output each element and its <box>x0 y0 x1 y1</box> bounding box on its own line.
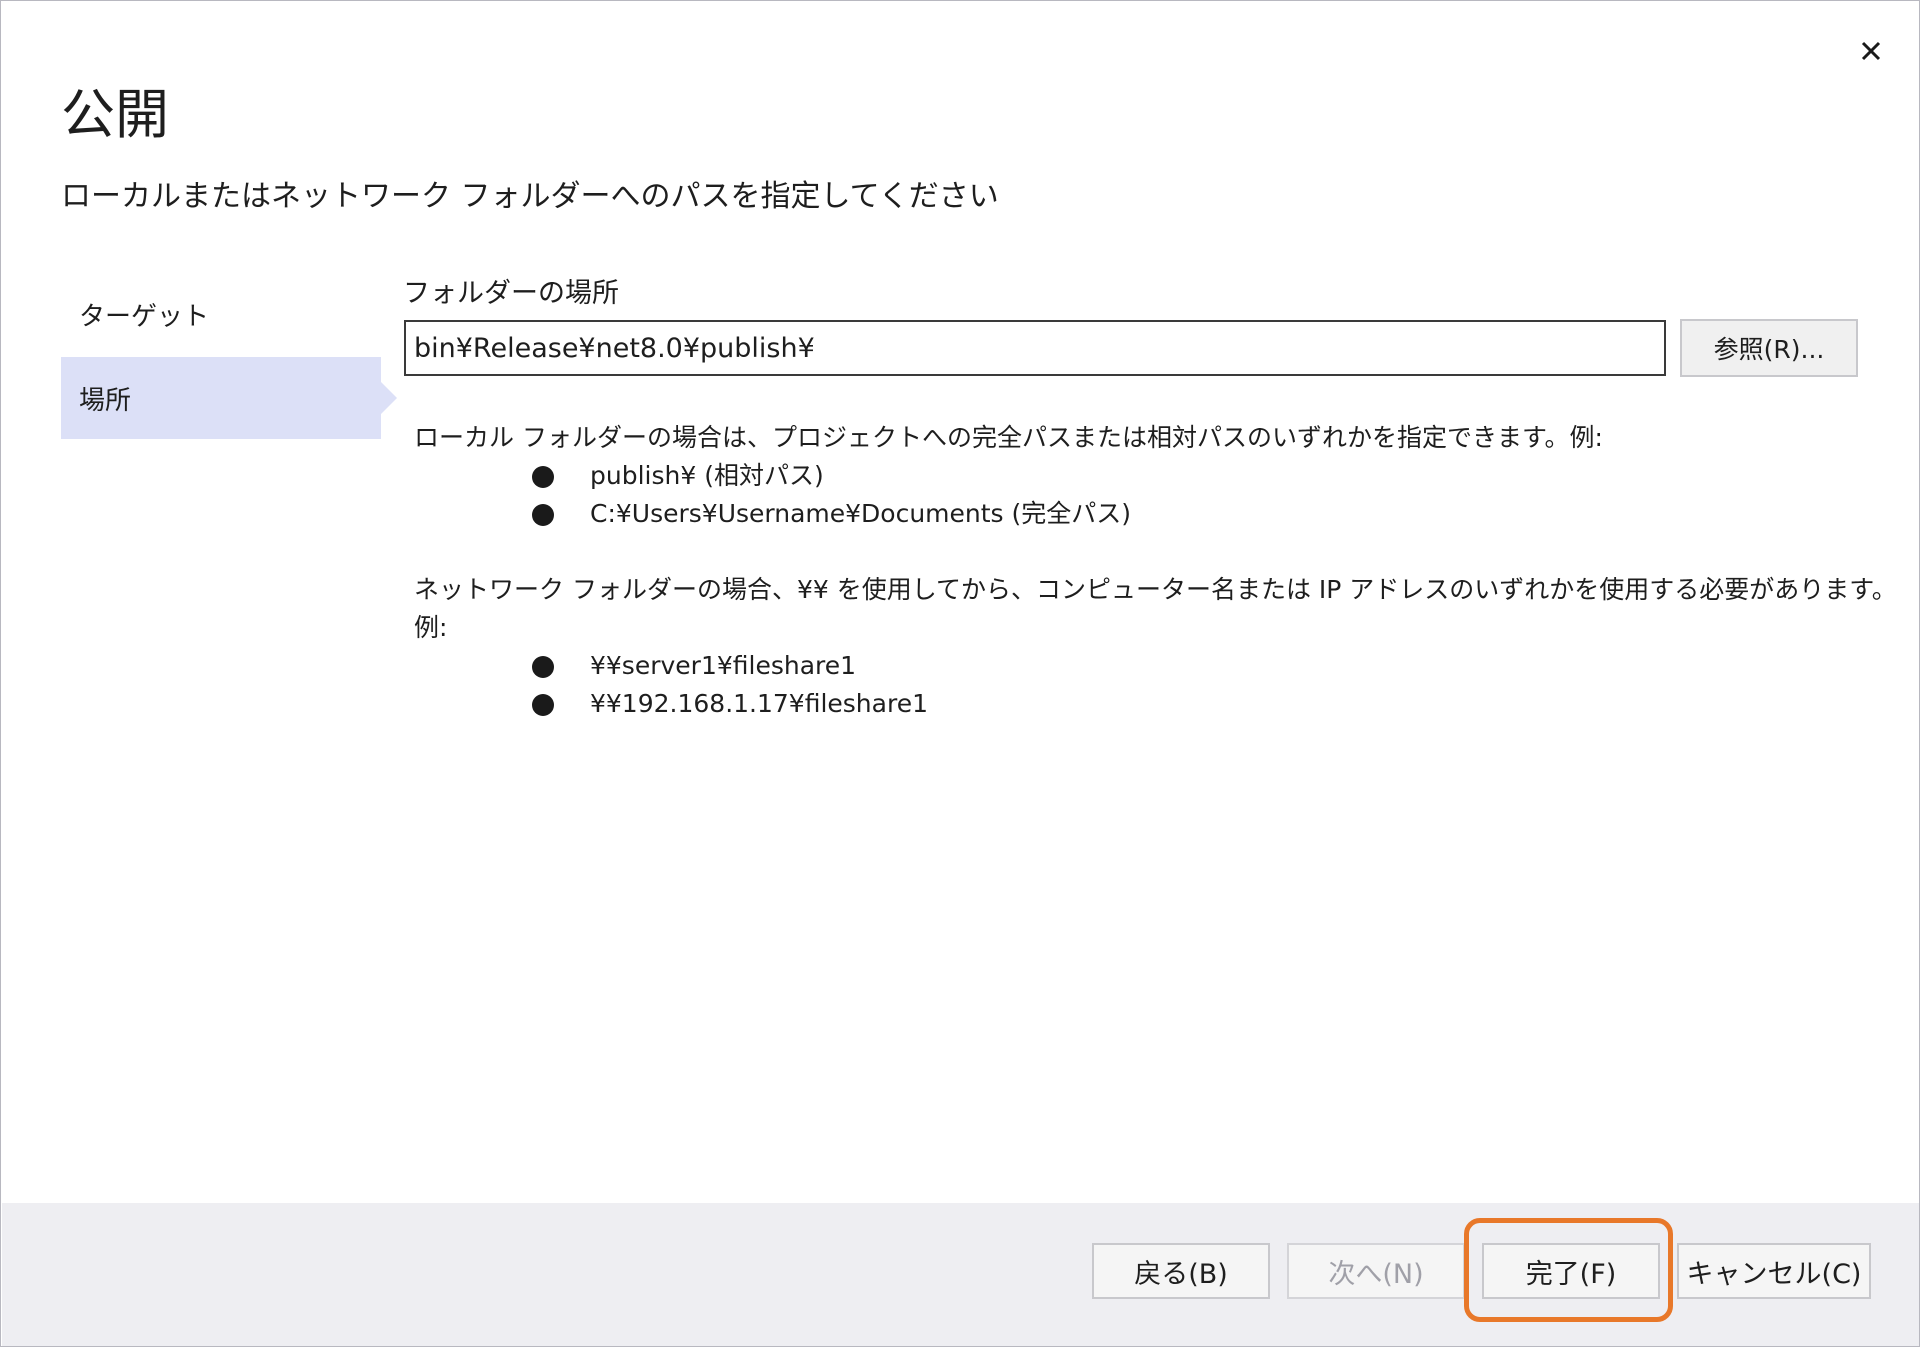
bullet-icon <box>532 694 554 716</box>
folder-location-label: フォルダーの場所 <box>403 278 619 309</box>
local-help-text: ローカル フォルダーの場合は、プロジェクトへの完全パスまたは相対パスのいずれかを… <box>414 423 1603 452</box>
example-text: C:¥Users¥Username¥Documents (完全パス) <box>590 499 1132 528</box>
cancel-button[interactable]: キャンセル(C) <box>1677 1243 1871 1299</box>
folder-path-input[interactable] <box>404 320 1666 376</box>
network-folder-help: ネットワーク フォルダーの場合、¥¥ を使用してから、コンピューター名または I… <box>414 571 1919 723</box>
list-item: ¥¥192.168.1.17¥fileshare1 <box>414 685 1919 723</box>
nav-item-label: 場所 <box>79 385 132 416</box>
dialog-subtitle: ローカルまたはネットワーク フォルダーへのパスを指定してください <box>61 179 999 214</box>
local-examples-list: publish¥ (相対パス) C:¥Users¥Username¥Docume… <box>414 457 1603 533</box>
nav-item-target[interactable]: ターゲット <box>61 273 381 355</box>
nav-item-label: ターゲット <box>79 301 210 332</box>
bullet-icon <box>532 504 554 526</box>
example-text: ¥¥server1¥fileshare1 <box>590 651 857 680</box>
close-icon <box>1861 41 1881 61</box>
network-help-text: ネットワーク フォルダーの場合、¥¥ を使用してから、コンピューター名または I… <box>414 575 1897 642</box>
example-text: publish¥ (相対パス) <box>590 461 824 490</box>
local-folder-help: ローカル フォルダーの場合は、プロジェクトへの完全パスまたは相対パスのいずれかを… <box>414 419 1603 533</box>
list-item: ¥¥server1¥fileshare1 <box>414 647 1919 685</box>
close-button[interactable] <box>1849 29 1893 73</box>
bullet-icon <box>532 466 554 488</box>
publish-dialog: 公開 ローカルまたはネットワーク フォルダーへのパスを指定してください ターゲッ… <box>0 0 1920 1347</box>
bullet-icon <box>532 656 554 678</box>
example-text: ¥¥192.168.1.17¥fileshare1 <box>590 689 928 718</box>
list-item: publish¥ (相対パス) <box>414 457 1603 495</box>
nav-item-location[interactable]: 場所 <box>61 357 397 439</box>
finish-button[interactable]: 完了(F) <box>1482 1243 1660 1299</box>
list-item: C:¥Users¥Username¥Documents (完全パス) <box>414 495 1603 533</box>
browse-button[interactable]: 参照(R)... <box>1680 319 1858 377</box>
next-button[interactable]: 次へ(N) <box>1287 1243 1465 1299</box>
network-examples-list: ¥¥server1¥fileshare1 ¥¥192.168.1.17¥file… <box>414 647 1919 723</box>
back-button[interactable]: 戻る(B) <box>1092 1243 1270 1299</box>
dialog-title: 公開 <box>61 83 169 146</box>
